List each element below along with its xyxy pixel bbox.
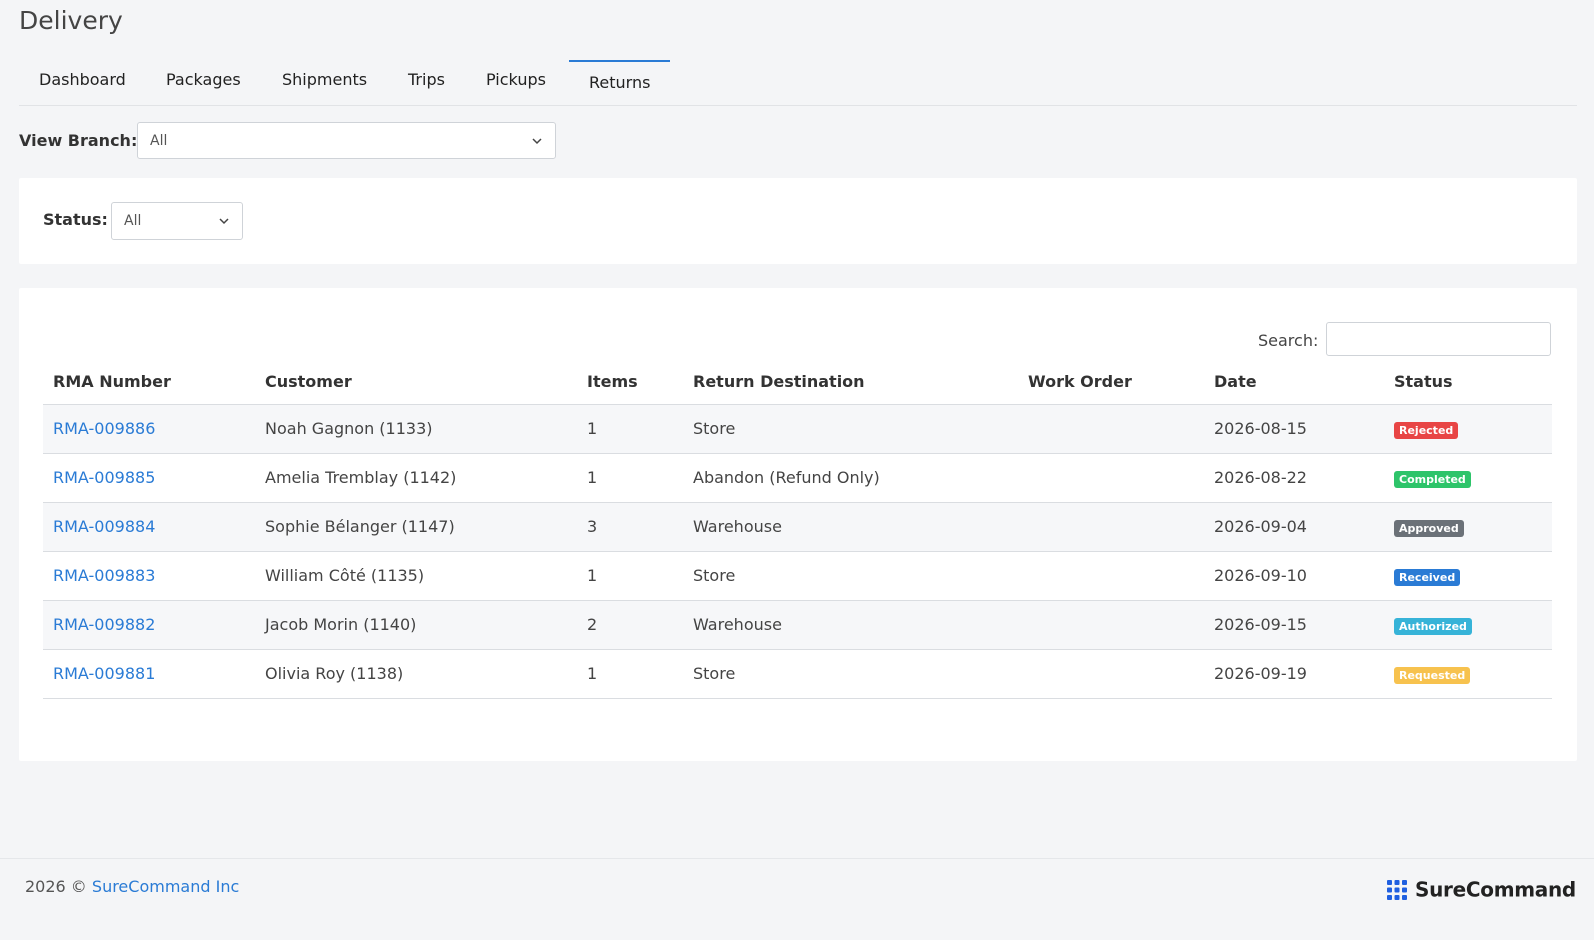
items-cell: 3 — [577, 502, 683, 552]
footer: 2026 © SureCommand Inc SureCommand — [0, 858, 1594, 940]
work-order-cell — [1018, 649, 1204, 699]
table-row: RMA-009886 Noah Gagnon (1133) 1 Store 20… — [43, 404, 1552, 454]
status-badge: Received — [1394, 568, 1461, 586]
returns-table-card: Search: RMA Number Customer Items Return… — [19, 288, 1577, 761]
items-cell: 2 — [577, 600, 683, 650]
rma-link[interactable]: RMA-009883 — [53, 566, 155, 585]
brand-name: SureCommand — [1415, 877, 1576, 902]
page-title: Delivery — [19, 6, 123, 35]
status-cell: Received — [1384, 551, 1552, 601]
footer-copyright: 2026 © SureCommand Inc — [25, 877, 239, 896]
tab-shipments[interactable]: Shipments — [262, 60, 387, 105]
customer-cell: Noah Gagnon (1133) — [255, 404, 577, 454]
customer-cell: Jacob Morin (1140) — [255, 600, 577, 650]
date-cell: 2026-09-15 — [1204, 600, 1384, 650]
work-order-cell — [1018, 600, 1204, 650]
column-header-status[interactable]: Status — [1384, 360, 1552, 405]
tab-bar: Dashboard Packages Shipments Trips Picku… — [19, 60, 1577, 106]
branch-label: View Branch: — [19, 131, 138, 150]
destination-cell: Store — [683, 649, 1018, 699]
status-cell: Authorized — [1384, 600, 1552, 650]
table-row: RMA-009882 Jacob Morin (1140) 2 Warehous… — [43, 600, 1552, 650]
items-cell: 1 — [577, 551, 683, 601]
tab-returns[interactable]: Returns — [569, 60, 671, 105]
tab-trips[interactable]: Trips — [388, 60, 465, 105]
status-select-value: All — [124, 213, 142, 229]
work-order-cell — [1018, 453, 1204, 503]
items-cell: 1 — [577, 404, 683, 454]
rma-cell: RMA-009885 — [43, 453, 255, 503]
items-cell: 1 — [577, 453, 683, 503]
branch-select-value: All — [150, 133, 168, 149]
status-badge: Requested — [1394, 666, 1471, 684]
rma-cell: RMA-009881 — [43, 649, 255, 699]
rma-link[interactable]: RMA-009885 — [53, 468, 155, 487]
rma-link[interactable]: RMA-009881 — [53, 664, 155, 683]
date-cell: 2026-09-19 — [1204, 649, 1384, 699]
status-select[interactable]: All — [111, 202, 243, 240]
rma-cell: RMA-009882 — [43, 600, 255, 650]
search-input[interactable] — [1326, 322, 1551, 356]
branch-select[interactable]: All — [137, 122, 556, 159]
column-header-customer[interactable]: Customer — [255, 360, 577, 405]
status-badge: Approved — [1394, 519, 1464, 537]
column-header-destination[interactable]: Return Destination — [683, 360, 1018, 405]
work-order-cell — [1018, 502, 1204, 552]
brand-logo: SureCommand — [1387, 876, 1576, 902]
status-filter-label: Status: — [43, 210, 108, 229]
customer-cell: Sophie Bélanger (1147) — [255, 502, 577, 552]
table-row: RMA-009881 Olivia Roy (1138) 1 Store 202… — [43, 649, 1552, 699]
chevron-down-icon — [532, 138, 542, 145]
tab-pickups[interactable]: Pickups — [466, 60, 566, 105]
date-cell: 2026-09-10 — [1204, 551, 1384, 601]
destination-cell: Abandon (Refund Only) — [683, 453, 1018, 503]
customer-cell: William Côté (1135) — [255, 551, 577, 601]
destination-cell: Warehouse — [683, 502, 1018, 552]
rma-link[interactable]: RMA-009882 — [53, 615, 155, 634]
rma-cell: RMA-009886 — [43, 404, 255, 454]
table-row: RMA-009883 William Côté (1135) 1 Store 2… — [43, 551, 1552, 601]
destination-cell: Store — [683, 551, 1018, 601]
column-header-work-order[interactable]: Work Order — [1018, 360, 1204, 405]
customer-cell: Amelia Tremblay (1142) — [255, 453, 577, 503]
status-badge: Authorized — [1394, 617, 1472, 635]
tab-dashboard[interactable]: Dashboard — [19, 60, 146, 105]
rma-link[interactable]: RMA-009886 — [53, 419, 155, 438]
rma-link[interactable]: RMA-009884 — [53, 517, 155, 536]
search-label: Search: — [1258, 331, 1319, 350]
destination-cell: Store — [683, 404, 1018, 454]
tab-packages[interactable]: Packages — [146, 60, 261, 105]
status-badge: Rejected — [1394, 421, 1459, 439]
destination-cell: Warehouse — [683, 600, 1018, 650]
column-header-date[interactable]: Date — [1204, 360, 1384, 405]
status-cell: Approved — [1384, 502, 1552, 552]
status-cell: Requested — [1384, 649, 1552, 699]
customer-cell: Olivia Roy (1138) — [255, 649, 577, 699]
work-order-cell — [1018, 551, 1204, 601]
table-row: RMA-009885 Amelia Tremblay (1142) 1 Aban… — [43, 453, 1552, 503]
status-cell: Rejected — [1384, 404, 1552, 454]
chevron-down-icon — [219, 218, 229, 225]
company-link[interactable]: SureCommand Inc — [92, 877, 239, 896]
date-cell: 2026-08-22 — [1204, 453, 1384, 503]
column-header-items[interactable]: Items — [577, 360, 683, 405]
date-cell: 2026-09-04 — [1204, 502, 1384, 552]
returns-table: RMA Number Customer Items Return Destina… — [43, 360, 1552, 699]
table-row: RMA-009884 Sophie Bélanger (1147) 3 Ware… — [43, 502, 1552, 552]
status-filter-card: Status: All — [19, 178, 1577, 264]
date-cell: 2026-08-15 — [1204, 404, 1384, 454]
column-header-rma[interactable]: RMA Number — [43, 360, 255, 405]
grid-logo-icon — [1387, 879, 1407, 900]
table-header-row: RMA Number Customer Items Return Destina… — [43, 360, 1552, 405]
items-cell: 1 — [577, 649, 683, 699]
rma-cell: RMA-009884 — [43, 502, 255, 552]
copyright-text: 2026 © — [25, 877, 87, 896]
status-badge: Completed — [1394, 470, 1471, 488]
status-cell: Completed — [1384, 453, 1552, 503]
rma-cell: RMA-009883 — [43, 551, 255, 601]
work-order-cell — [1018, 404, 1204, 454]
